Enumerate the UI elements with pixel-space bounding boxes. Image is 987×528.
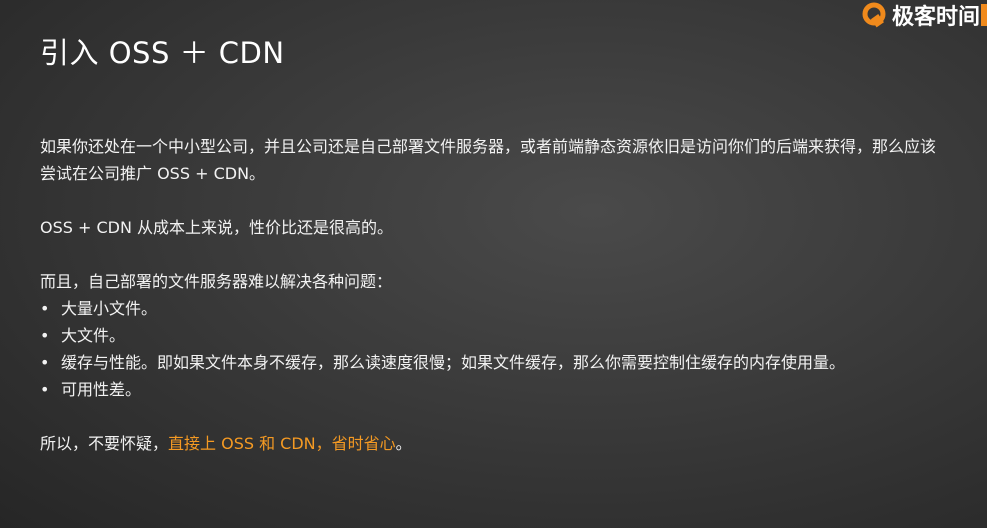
list-item: • 可用性差。 <box>40 376 945 403</box>
brand-header: 极客时间 <box>861 0 987 30</box>
list-item: • 大量小文件。 <box>40 295 945 322</box>
list-item-text: 可用性差。 <box>61 380 142 399</box>
list-item-text: 大文件。 <box>61 326 126 345</box>
list-item: • 大文件。 <box>40 322 945 349</box>
bullet-icon: • <box>40 380 50 399</box>
bullet-icon: • <box>40 353 50 372</box>
intro-paragraph: 如果你还处在一个中小型公司，并且公司还是自己部署文件服务器，或者前端静态资源依旧… <box>40 137 937 183</box>
conclusion: 所以，不要怀疑，直接上 OSS 和 CDN，省时省心。 <box>40 430 945 457</box>
slide-title: 引入 OSS ＋ CDN <box>40 36 285 70</box>
problems-intro: 而且，自己部署的文件服务器难以解决各种问题： <box>40 272 393 291</box>
conclusion-suffix: 。 <box>395 434 412 453</box>
slide-body: 如果你还处在一个中小型公司，并且公司还是自己部署文件服务器，或者前端静态资源依旧… <box>40 133 945 457</box>
bullet-icon: • <box>40 326 50 345</box>
list-item-text: 大量小文件。 <box>61 299 158 318</box>
list-item-text: 缓存与性能。即如果文件本身不缓存，那么读速度很慢；如果文件缓存，那么你需要控制住… <box>61 353 846 372</box>
value-statement: OSS + CDN 从成本上来说，性价比还是很高的。 <box>40 218 394 237</box>
bullet-icon: • <box>40 299 50 318</box>
conclusion-highlight: 直接上 OSS 和 CDN，省时省心 <box>168 434 396 453</box>
geektime-logo-icon <box>862 2 886 28</box>
conclusion-prefix: 所以，不要怀疑， <box>40 434 169 453</box>
brand-accent-bar <box>981 4 987 26</box>
problems-list: • 大量小文件。 • 大文件。 • 缓存与性能。即如果文件本身不缓存，那么读速度… <box>40 295 945 403</box>
list-item: • 缓存与性能。即如果文件本身不缓存，那么读速度很慢；如果文件缓存，那么你需要控… <box>40 349 945 376</box>
brand-name: 极客时间 <box>891 5 980 30</box>
